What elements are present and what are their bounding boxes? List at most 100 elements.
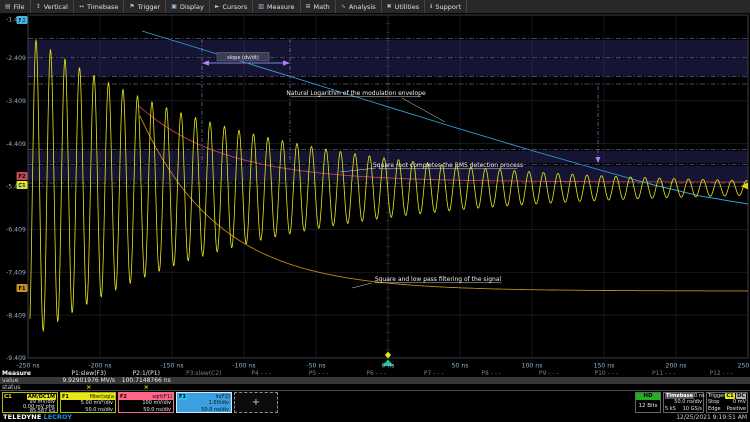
timebase-box[interactable]: Timebase 0 ns 50.0 ns/div 5 kS 10 GS/s — [663, 392, 704, 413]
descriptor-f2-header: F2 sqrt(F1) — [119, 393, 173, 400]
trigger-type: Edge — [708, 406, 721, 412]
y-axis-label: -3.409 — [6, 98, 26, 105]
menu-support-label: Support — [435, 3, 461, 11]
menu-math[interactable]: ⊞Math — [301, 0, 336, 13]
function-label: F1 — [62, 394, 69, 400]
menu-utilities[interactable]: ✖Utilities — [382, 0, 426, 13]
measure-icon: ▥ — [258, 3, 264, 10]
hd-bits: 12 Bits — [636, 400, 660, 412]
x-axis-label: -250 ns — [16, 363, 39, 370]
timebase-icon: ↔ — [79, 3, 84, 10]
y-axis-label: -4.409 — [6, 141, 26, 148]
rms-sqrt-label: Square root completes the RMS detection … — [373, 162, 523, 169]
level-tag-f2-label: F2 — [19, 174, 26, 180]
trace-descriptors: C1AM/DC1M99 mV/div0.00 mV ofst85.587 kSF… — [2, 392, 278, 413]
hd-resolution-box[interactable]: HD 12 Bits — [635, 392, 661, 413]
menu-cursors-label: Cursors — [222, 3, 247, 11]
slope-label: slope (dv/dt) — [227, 55, 259, 61]
menu-display[interactable]: ▣Display — [166, 0, 210, 13]
measure-p4-name[interactable]: P4 - - - — [233, 370, 291, 377]
file-icon: ▤ — [5, 3, 11, 10]
math-icon: ⊞ — [306, 3, 311, 10]
menu-support[interactable]: ℹSupport — [425, 0, 467, 13]
menu-cursors[interactable]: ►Cursors — [210, 0, 253, 13]
descriptor-f3[interactable]: F3ln(F2)1.00/div50.0 ns/div — [176, 392, 232, 413]
menu-display-label: Display — [180, 3, 204, 11]
x-axis-label: -150 ns — [160, 363, 183, 370]
y-axis-label: -2.409 — [6, 55, 26, 62]
measure-p10-name[interactable]: P10 - - - — [578, 370, 636, 377]
brand-logo: TELEDYNELECROY — [3, 413, 72, 421]
x-axis-label: 200 ns — [666, 363, 687, 370]
hd-label: HD — [636, 393, 660, 400]
cursors-icon: ► — [215, 3, 220, 10]
menu-trigger[interactable]: ⚑ Trigger — [124, 0, 166, 13]
menu-timebase[interactable]: ↔Timebase — [74, 0, 124, 13]
x-axis-label: -200 ns — [88, 363, 111, 370]
measure-p6-name[interactable]: P6 - - - — [348, 370, 406, 377]
x-axis-label: -100 ns — [232, 363, 255, 370]
menu-bar: ▤File↕Vertical↔Timebase⚑Trigger▣Display►… — [0, 0, 750, 14]
oscilloscope-plot[interactable]: slope (dv/dt)Natural Logarithm of the mo… — [0, 14, 750, 370]
add-trace-button[interactable]: + — [234, 392, 278, 413]
descriptor-f2[interactable]: F2sqrt(F1)100 mV/div50.0 ns/div — [118, 392, 174, 413]
x-axis-label: 100 ns — [522, 363, 543, 370]
datetime: 12/25/2021 9:19:51 AM — [676, 414, 747, 421]
x-axis-label: 0 ns — [381, 363, 394, 370]
analysis-icon: ∿ — [341, 3, 346, 10]
x-axis-label: 150 ns — [594, 363, 615, 370]
measure-p7-name[interactable]: P7 - - - — [405, 370, 463, 377]
function-expression: filter(sq(a — [90, 394, 114, 400]
menu-timebase-label: Timebase — [87, 3, 118, 11]
function-label: F2 — [120, 394, 127, 400]
measure-p2-name[interactable]: P2:1/(P1) — [118, 370, 176, 377]
menu-measure[interactable]: ▥Measure — [253, 0, 300, 13]
display-icon: ▣ — [171, 3, 177, 10]
menu-math-label: Math — [314, 3, 330, 11]
x-axis-label: 250 ns — [738, 363, 750, 370]
trigger-box[interactable]: Trigger C1 DC Stop 0 mV Edge Positive — [706, 392, 748, 413]
trigger-coupling-chip: DC — [736, 393, 746, 399]
menu-file-label: File — [14, 3, 25, 11]
menu-trigger-label: Trigger — [138, 3, 160, 11]
function-expression: sqrt(F1) — [152, 394, 172, 400]
menu-analysis[interactable]: ∿Analysis — [336, 0, 382, 13]
measure-p8-name[interactable]: P8 - - - — [463, 370, 521, 377]
timebase-samples: 5 kS — [665, 406, 676, 412]
y-axis-label: -1.409 — [6, 17, 26, 24]
measure-p3-name[interactable]: P3:slew(C2) — [175, 370, 233, 377]
menu-vertical[interactable]: ↕Vertical — [31, 0, 74, 13]
trigger-slope: Positive — [727, 406, 746, 412]
y-axis-label: -8.409 — [6, 312, 26, 319]
timebase-rate: 10 GS/s — [683, 406, 702, 412]
y-axis-label: -7.409 — [6, 269, 26, 276]
descriptor-f1[interactable]: F1filter(sq(a5.00 mV²/div50.0 ns/div — [60, 392, 116, 413]
vertical-icon: ↕ — [36, 3, 41, 10]
cursor-band[interactable] — [28, 40, 748, 57]
y-axis-label: -6.409 — [6, 227, 26, 234]
descriptor-c1[interactable]: C1AM/DC1M99 mV/div0.00 mV ofst85.587 kS — [2, 392, 58, 413]
y-axis-label: -9.409 — [6, 355, 26, 362]
measure-p11-name[interactable]: P11 - - - — [635, 370, 693, 377]
descriptor-f3-header: F3 ln(F2) — [177, 393, 231, 400]
measure-p9-name[interactable]: P9 - - - — [520, 370, 578, 377]
measure-p1-name[interactable]: P1:slew(F3) — [60, 370, 118, 377]
function-label: F3 — [178, 394, 187, 400]
trigger-source-chip: C1 — [725, 393, 734, 399]
status-bar: C1AM/DC1M99 mV/div0.00 mV ofst85.587 kSF… — [0, 390, 750, 422]
measure-p5-name[interactable]: P5 - - - — [290, 370, 348, 377]
trigger-icon: ⚑ — [129, 3, 134, 10]
square-lpf-label: Square and low pass filtering of the sig… — [375, 276, 502, 283]
cursor-band[interactable] — [28, 59, 748, 76]
y-axis-label: -5.409 — [6, 184, 26, 191]
descriptor-f1-header: F1 filter(sq(a — [61, 393, 115, 400]
level-tag-f1-label: F1 — [19, 286, 26, 292]
x-axis-label: 50 ns — [452, 363, 469, 370]
measure-p12-name[interactable]: P12 - - - — [693, 370, 750, 377]
acquisition-status: HD 12 Bits Timebase 0 ns 50.0 ns/div 5 k… — [635, 392, 748, 413]
utilities-icon: ✖ — [387, 3, 392, 10]
function-expression: ln(F2) — [215, 394, 230, 400]
support-icon: ℹ — [430, 3, 432, 10]
menu-file[interactable]: ▤File — [0, 0, 31, 13]
x-axis-label: -50 ns — [306, 363, 325, 370]
